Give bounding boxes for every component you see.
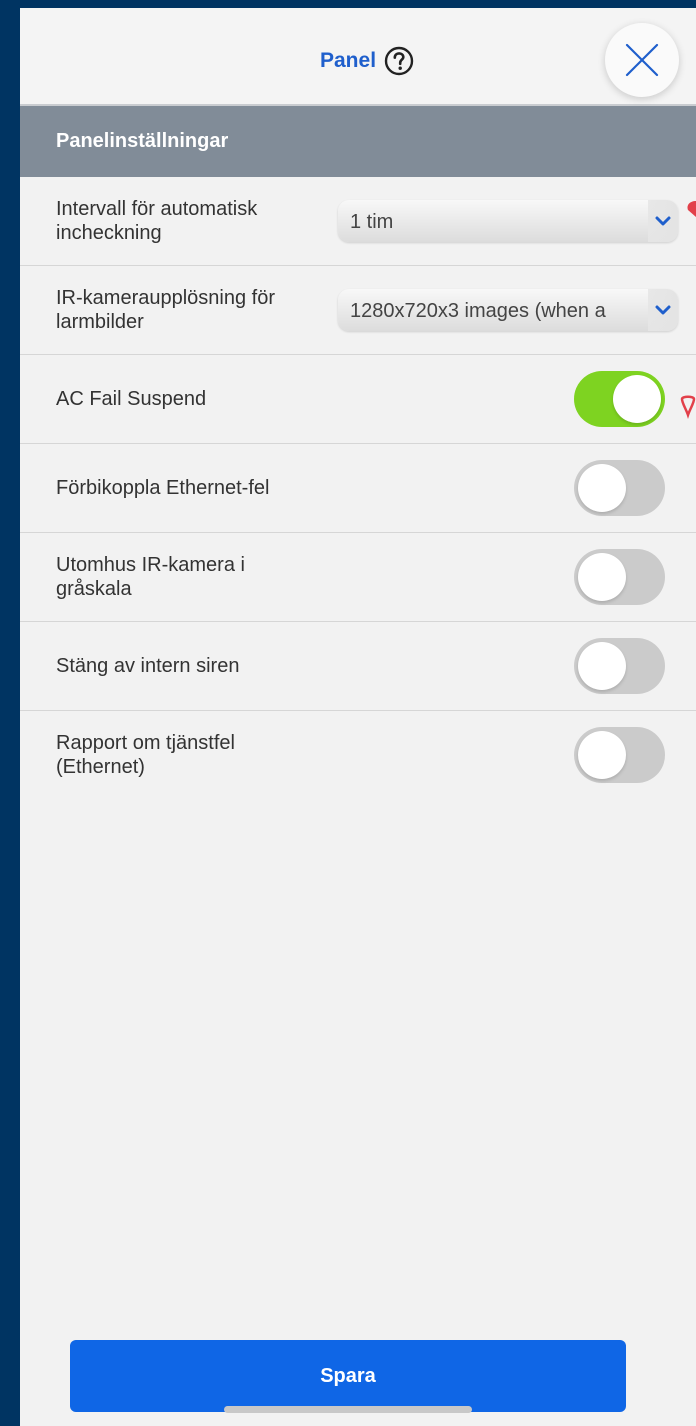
select-value: 1 tim [350,211,394,233]
toggle-knob [578,731,626,779]
section-title: Panelinställningar [56,130,229,152]
setting-row-bypass-ethernet-fault: Förbikoppla Ethernet-fel [20,444,696,533]
toggle-knob [578,642,626,690]
setting-label: IR-kameraupplösning för larmbilder [56,287,275,333]
header: Panel [20,8,696,106]
page-title: Panel [320,49,377,72]
marker-pin-icon [687,201,696,217]
toggle-knob [578,553,626,601]
setting-label: Förbikoppla Ethernet-fel [56,477,270,499]
setting-label: Utomhus IR-kamera i gråskala [56,554,245,600]
setting-row-ir-camera-resolution: IR-kameraupplösning för larmbilder 1280x… [20,266,696,355]
setting-row-outdoor-ir-grayscale: Utomhus IR-kamera i gråskala [20,533,696,622]
question-circle-icon[interactable] [384,46,414,76]
toggle-knob [578,464,626,512]
disable-internal-siren-toggle[interactable] [574,638,665,694]
setting-row-checkin-interval: Intervall för automatisk incheckning 1 t… [20,177,696,266]
checkin-interval-select[interactable]: 1 tim [338,200,678,242]
setting-row-service-fault-report: Rapport om tjänstfel (Ethernet) [20,711,696,799]
outdoor-ir-grayscale-toggle[interactable] [574,549,665,605]
home-indicator [224,1406,472,1413]
section-header: Panelinställningar [20,106,696,177]
close-button[interactable] [605,23,679,97]
close-x-icon [625,43,659,77]
bypass-ethernet-fault-toggle[interactable] [574,460,665,516]
chevron-down-icon [648,289,678,331]
toggle-knob [613,375,661,423]
setting-label: AC Fail Suspend [56,388,207,410]
save-button[interactable]: Spara [70,1340,626,1412]
setting-row-disable-internal-siren: Stäng av intern siren [20,622,696,711]
setting-row-ac-fail-suspend: AC Fail Suspend [20,355,696,444]
header-title-group: Panel [320,46,414,76]
select-value: 1280x720x3 images (when a [350,300,606,322]
setting-label: Rapport om tjänstfel (Ethernet) [56,732,235,778]
chevron-down-icon [648,200,678,242]
marker-pin-icon [680,395,696,419]
setting-label: Stäng av intern siren [56,655,240,677]
setting-label: Intervall för automatisk incheckning [56,198,258,244]
service-fault-report-toggle[interactable] [574,727,665,783]
settings-sheet: Panel Panelinställningar Intervall för a… [20,8,696,1426]
ac-fail-suspend-toggle[interactable] [574,371,665,427]
ir-resolution-select[interactable]: 1280x720x3 images (when a [338,289,678,331]
